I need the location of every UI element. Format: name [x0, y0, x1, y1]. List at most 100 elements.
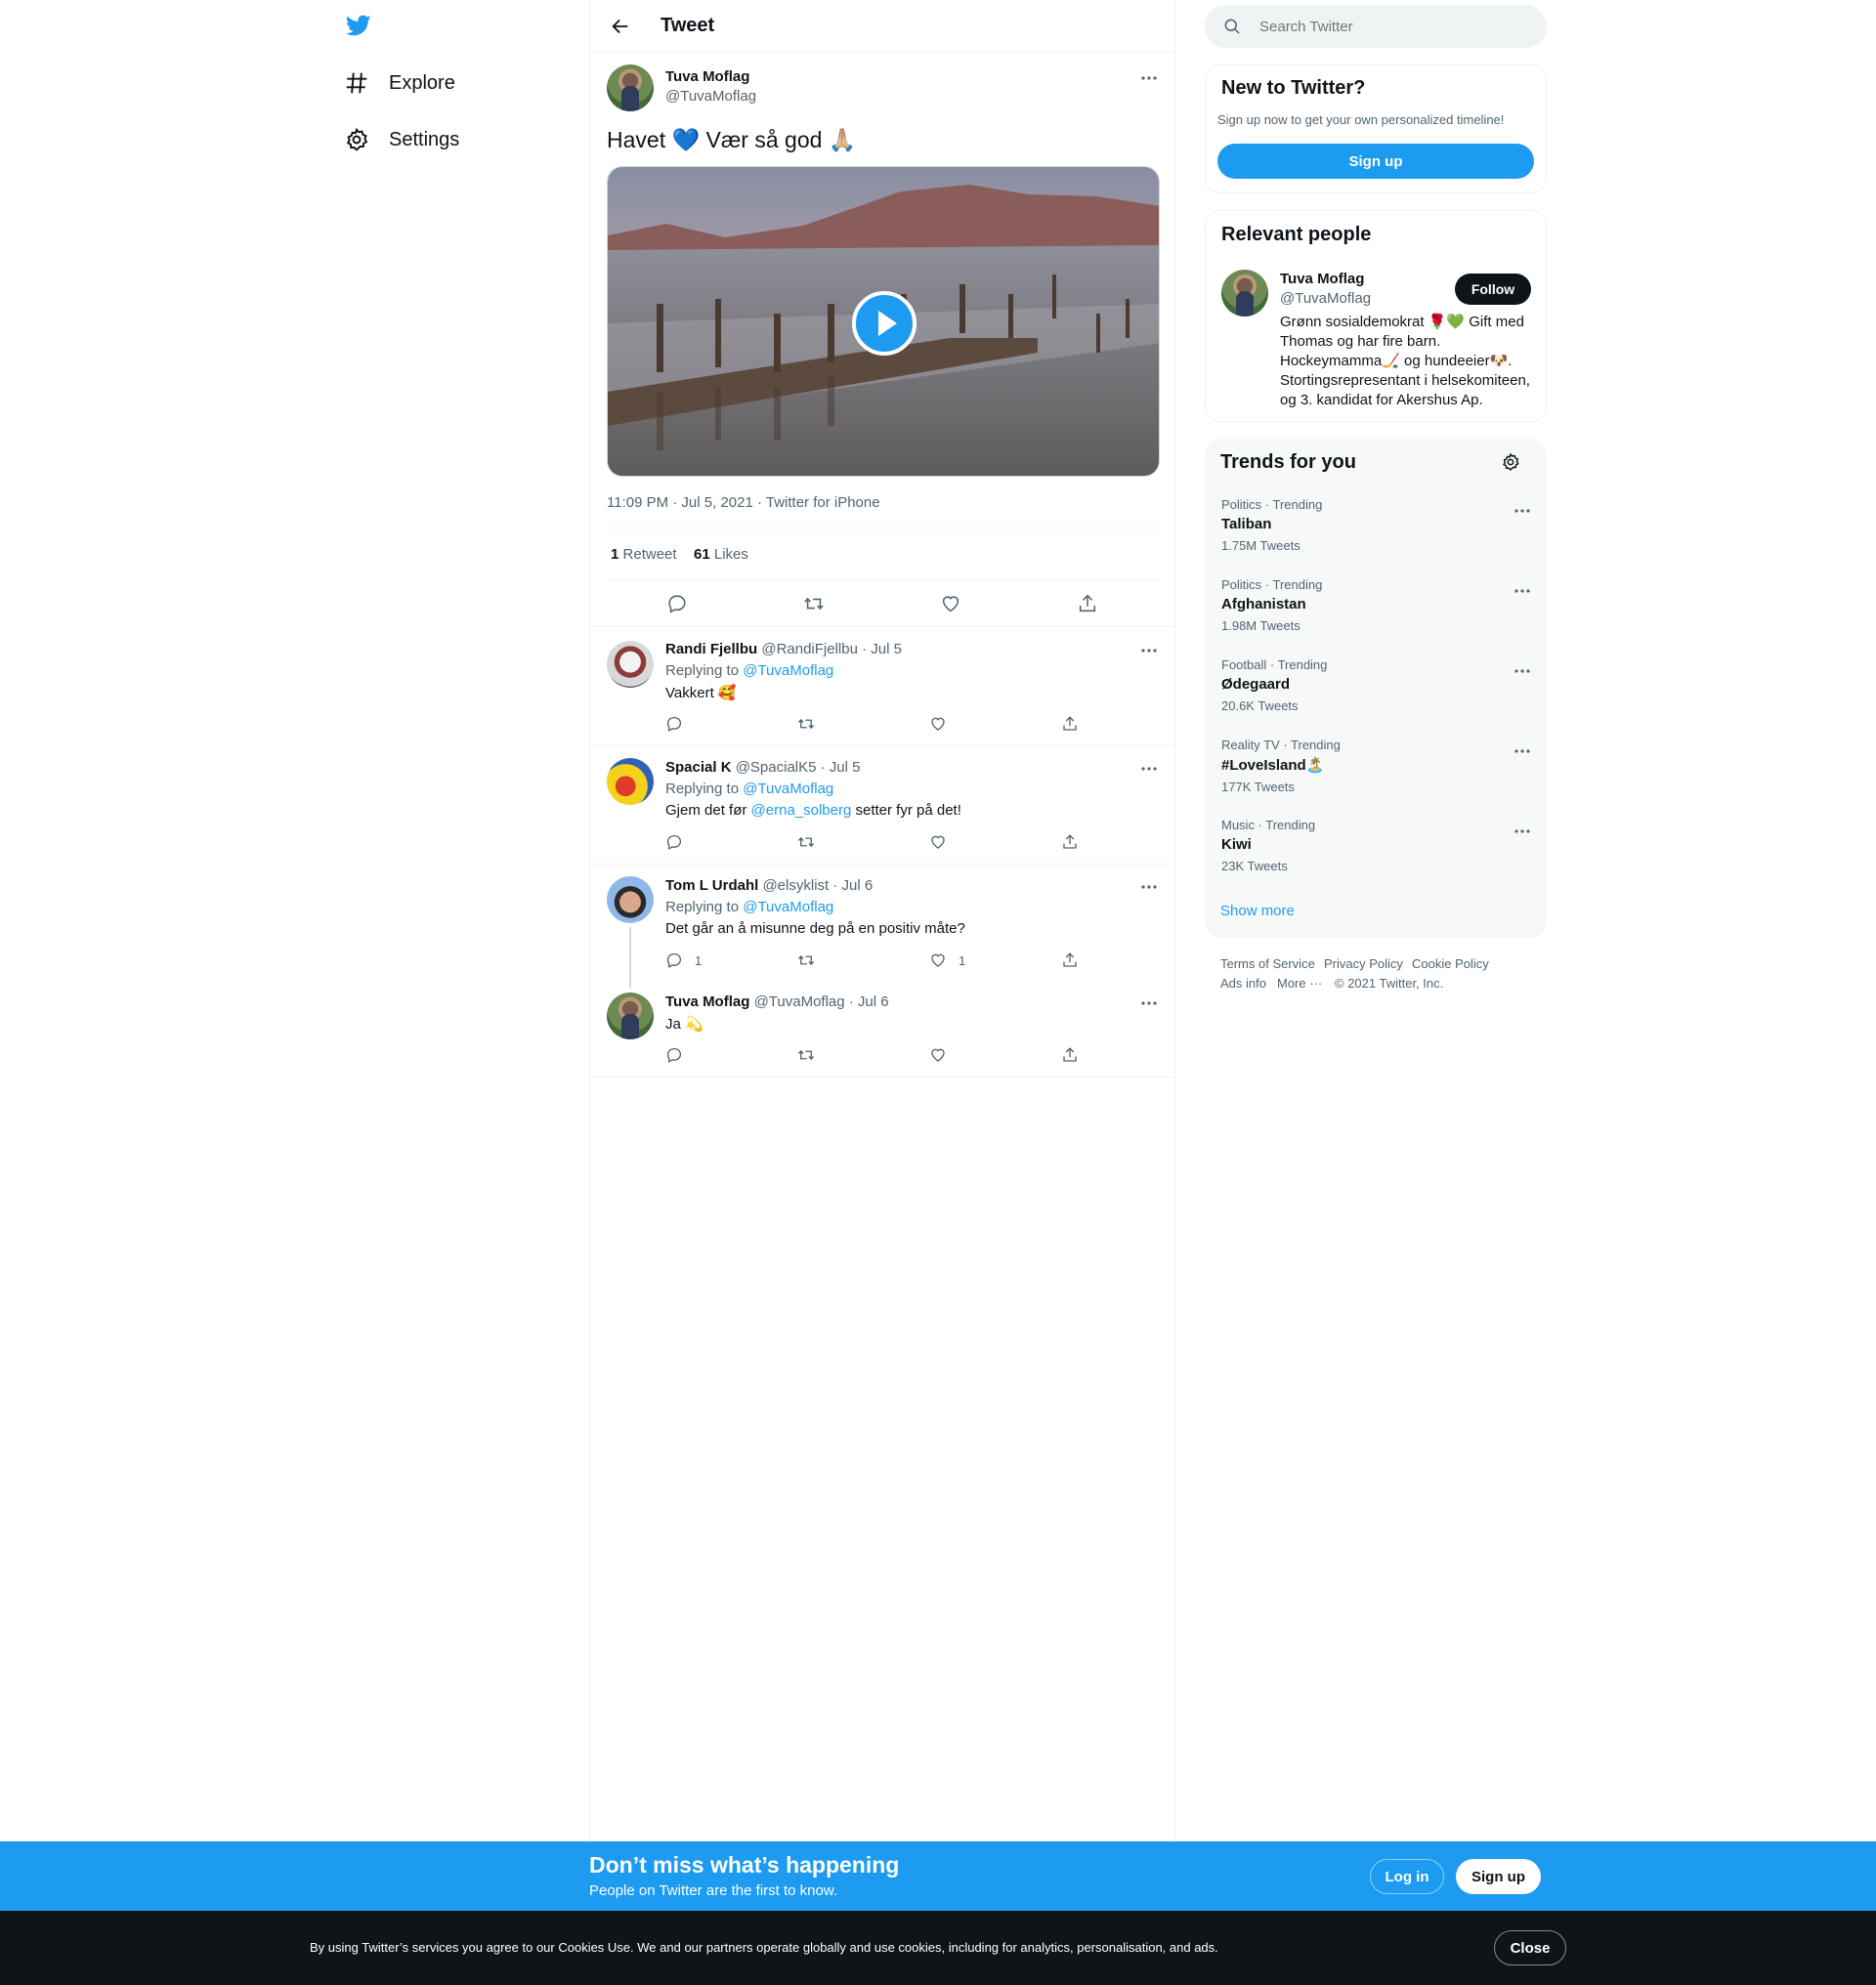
- trend-count: 1.75M Tweets: [1221, 538, 1300, 553]
- replying-prefix: Replying to: [665, 781, 740, 797]
- trend-name: #LoveIsland🏝️: [1221, 757, 1325, 774]
- trend-item[interactable]: Politics · Trending Taliban 1.75M Tweets: [1221, 497, 1534, 553]
- reply-action-share[interactable]: [1061, 1046, 1079, 1064]
- thread-line: [629, 927, 631, 988]
- more-options-icon[interactable]: [1137, 641, 1161, 660]
- reply-icon[interactable]: [666, 593, 688, 614]
- trend-name: Ødegaard: [1221, 676, 1291, 693]
- avatar[interactable]: [607, 992, 654, 1039]
- cookie-text: By using Twitter’s services you agree to…: [310, 1940, 1218, 1955]
- sign-up-button[interactable]: Sign up: [1217, 144, 1534, 179]
- reply-header: Tuva Moflag @TuvaMoflag · Jul 6: [665, 993, 889, 1010]
- more-options-icon[interactable]: [1137, 759, 1161, 779]
- share-icon[interactable]: [1077, 593, 1098, 614]
- tweet-video[interactable]: [607, 166, 1160, 477]
- reply-action-reply[interactable]: 1: [665, 951, 702, 969]
- reply-action-like[interactable]: [929, 715, 959, 733]
- settings-icon[interactable]: [1501, 452, 1520, 472]
- more-options-icon[interactable]: [1511, 581, 1534, 601]
- tweet-timestamp[interactable]: 11:09 PM · Jul 5, 2021 · Twitter for iPh…: [607, 494, 880, 511]
- reply-meta[interactable]: @TuvaMoflag · Jul 6: [754, 993, 889, 1010]
- reply-text-before: Gjem det før: [665, 802, 747, 819]
- reply-author-name[interactable]: Tuva Moflag: [665, 993, 749, 1010]
- tweet-author-handle[interactable]: @TuvaMoflag: [665, 88, 756, 105]
- replying-to-link[interactable]: @TuvaMoflag: [743, 781, 833, 797]
- more-options-icon[interactable]: [1137, 68, 1161, 88]
- retweet-icon[interactable]: [803, 593, 825, 614]
- search-input[interactable]: [1259, 16, 1523, 37]
- like-icon[interactable]: [940, 593, 961, 614]
- more-options-icon[interactable]: [1511, 661, 1534, 681]
- reply-action-like[interactable]: [929, 833, 959, 851]
- reply-action-share[interactable]: [1061, 951, 1079, 969]
- trend-count: 23K Tweets: [1221, 859, 1288, 873]
- reply-header: Randi Fjellbu @RandiFjellbu · Jul 5: [665, 641, 902, 657]
- avatar[interactable]: [607, 876, 654, 923]
- person-handle[interactable]: @TuvaMoflag: [1280, 290, 1371, 307]
- avatar[interactable]: [607, 641, 654, 688]
- retweet-count[interactable]: 1 Retweet: [611, 546, 677, 563]
- person-name[interactable]: Tuva Moflag: [1280, 271, 1364, 287]
- banner-subline: People on Twitter are the first to know.: [589, 1882, 838, 1899]
- more-options-icon[interactable]: [1511, 822, 1534, 841]
- reply-action-like[interactable]: [929, 1046, 959, 1064]
- ads-info-link[interactable]: Ads info: [1220, 976, 1266, 991]
- search-box[interactable]: [1205, 5, 1547, 48]
- like-count[interactable]: 61 Likes: [694, 546, 748, 563]
- nav-explore[interactable]: Explore: [344, 70, 455, 96]
- terms-link[interactable]: Terms of Service: [1220, 956, 1315, 971]
- avatar[interactable]: [1221, 270, 1268, 317]
- reply-action-retweet[interactable]: [797, 1046, 815, 1064]
- avatar[interactable]: [607, 64, 654, 111]
- sign-up-button[interactable]: Sign up: [1456, 1859, 1541, 1894]
- replying-to-link[interactable]: @TuvaMoflag: [743, 662, 833, 679]
- reply-action-share[interactable]: [1061, 715, 1079, 733]
- reply-meta[interactable]: @SpacialK5 · Jul 5: [736, 759, 861, 776]
- more-options-icon[interactable]: [1511, 741, 1534, 761]
- more-options-icon[interactable]: [1137, 993, 1161, 1013]
- reply-action-retweet[interactable]: [797, 715, 815, 733]
- reply-action-reply[interactable]: [665, 833, 695, 851]
- search-icon: [1222, 17, 1242, 36]
- more-link[interactable]: More ···: [1277, 976, 1322, 991]
- reply-text: Vakkert 🥰: [665, 685, 737, 701]
- trend-item[interactable]: Football · Trending Ødegaard 20.6K Tweet…: [1221, 657, 1534, 713]
- reply-action-retweet[interactable]: [797, 951, 815, 969]
- reply-action-like[interactable]: 1: [929, 951, 965, 969]
- reply-action-reply[interactable]: [665, 1046, 695, 1064]
- reply-meta[interactable]: @RandiFjellbu · Jul 5: [761, 641, 902, 657]
- cookie-link[interactable]: Cookie Policy: [1412, 956, 1489, 971]
- card-title: Trends for you: [1220, 451, 1356, 473]
- reply-action-reply[interactable]: [665, 715, 695, 733]
- reply-action-retweet[interactable]: [797, 833, 815, 851]
- replying-to-link[interactable]: @TuvaMoflag: [743, 899, 833, 915]
- more-options-icon[interactable]: [1137, 877, 1161, 897]
- avatar[interactable]: [607, 758, 654, 805]
- trend-category: Music · Trending: [1221, 818, 1316, 832]
- retweet-count-value: 1: [611, 546, 619, 563]
- play-icon[interactable]: [852, 291, 917, 356]
- back-arrow-icon[interactable]: [610, 16, 631, 37]
- log-in-button[interactable]: Log in: [1370, 1859, 1444, 1894]
- reply-author-name[interactable]: Spacial K: [665, 759, 732, 776]
- show-more-link[interactable]: Show more: [1220, 903, 1295, 919]
- replying-prefix: Replying to: [665, 899, 740, 915]
- trend-count: 1.98M Tweets: [1221, 618, 1300, 633]
- privacy-link[interactable]: Privacy Policy: [1324, 956, 1403, 971]
- trend-item[interactable]: Music · Trending Kiwi 23K Tweets: [1221, 818, 1534, 873]
- card-title: New to Twitter?: [1221, 77, 1366, 99]
- twitter-logo-icon[interactable]: [344, 13, 373, 40]
- nav-settings[interactable]: Settings: [344, 127, 459, 152]
- mention-link[interactable]: @erna_solberg: [751, 802, 852, 819]
- trend-item[interactable]: Reality TV · Trending #LoveIsland🏝️ 177K…: [1221, 738, 1534, 794]
- tweet-author-name[interactable]: Tuva Moflag: [665, 68, 749, 85]
- follow-button[interactable]: Follow: [1455, 274, 1531, 305]
- trend-item[interactable]: Politics · Trending Afghanistan 1.98M Tw…: [1221, 577, 1534, 633]
- reply-action-share[interactable]: [1061, 833, 1079, 851]
- reply-author-name[interactable]: Randi Fjellbu: [665, 641, 757, 657]
- tweet-text: Havet 💙 Vær så god 🙏🏼: [607, 127, 857, 152]
- reply-author-name[interactable]: Tom L Urdahl: [665, 877, 758, 894]
- close-button[interactable]: Close: [1494, 1930, 1566, 1965]
- reply-meta[interactable]: @elsyklist · Jul 6: [762, 877, 873, 894]
- more-options-icon[interactable]: [1511, 501, 1534, 521]
